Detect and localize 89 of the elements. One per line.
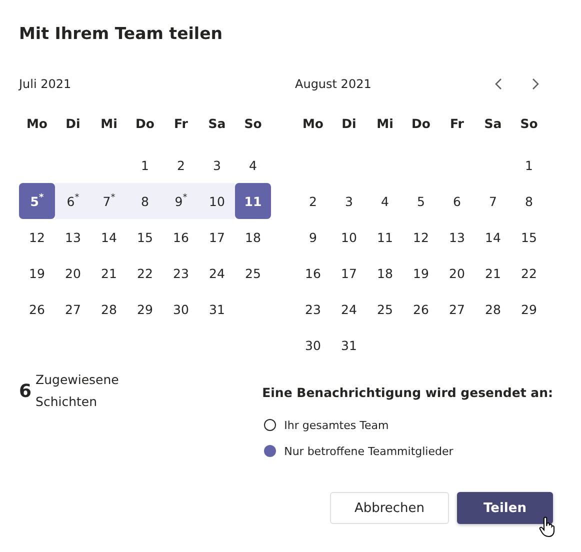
calendar-day[interactable]: 1	[127, 147, 163, 183]
dialog-title: Mit Ihrem Team teilen	[19, 24, 224, 43]
calendar-day[interactable]: 11	[235, 183, 271, 219]
calendar-day[interactable]: 29	[511, 291, 547, 327]
calendar-day[interactable]: 13	[55, 219, 91, 255]
weekday-label: Do	[136, 116, 154, 130]
calendar-day[interactable]: 27	[439, 291, 475, 327]
calendar-day[interactable]: 18	[235, 219, 271, 255]
weekday-label: Di	[66, 116, 80, 130]
calendar-day[interactable]: 11	[367, 219, 403, 255]
calendar-day[interactable]: 15	[511, 219, 547, 255]
weekday-label: Sa	[484, 116, 502, 130]
calendar-day[interactable]: 30	[163, 291, 199, 327]
calendar-day[interactable]: 5$^{*}$	[19, 183, 55, 219]
calendar-day[interactable]: 18	[367, 255, 403, 291]
calendar-day[interactable]: 26	[403, 291, 439, 327]
calendar-day[interactable]: 14	[91, 219, 127, 255]
calendar-day[interactable]: 30	[295, 327, 331, 363]
calendar-day[interactable]: 23	[163, 255, 199, 291]
calendar-day[interactable]: 13	[439, 219, 475, 255]
calendar-day[interactable]: 15	[127, 219, 163, 255]
calendar-day[interactable]: 29	[127, 291, 163, 327]
calendar-day[interactable]: 1	[511, 147, 547, 183]
weekday-label: So	[244, 116, 262, 130]
notify-heading: Eine Benachrichtigung wird gesendet an:	[262, 385, 553, 400]
calendar-day[interactable]: 17	[199, 219, 235, 255]
calendar-day[interactable]: 19	[403, 255, 439, 291]
calendar-day[interactable]: 6	[439, 183, 475, 219]
calendar-day[interactable]: 3	[199, 147, 235, 183]
calendar-day[interactable]: 16	[163, 219, 199, 255]
calendar-day[interactable]: 26	[19, 291, 55, 327]
calendar-day[interactable]: 4	[235, 147, 271, 183]
weekday-label: Sa	[208, 116, 226, 130]
calendar-day[interactable]: 23	[295, 291, 331, 327]
calendar-day[interactable]: 16	[295, 255, 331, 291]
calendar-day[interactable]: 2	[295, 183, 331, 219]
calendar-day[interactable]: 27	[55, 291, 91, 327]
calendar-day[interactable]: 2	[163, 147, 199, 183]
calendar-day[interactable]: 5	[403, 183, 439, 219]
calendar-day[interactable]: 4	[367, 183, 403, 219]
weekday-label: Mo	[302, 116, 324, 130]
calendar-day[interactable]: 8	[127, 183, 163, 219]
calendar-day[interactable]: 28	[475, 291, 511, 327]
calendar-day[interactable]: 12	[19, 219, 55, 255]
calendar-day[interactable]: 10	[199, 183, 235, 219]
radio-button[interactable]	[264, 445, 276, 457]
calendar-day[interactable]: 21	[475, 255, 511, 291]
calendar-day[interactable]: 10	[331, 219, 367, 255]
weekday-label: Mi	[376, 116, 394, 130]
calendar-day[interactable]: 12	[403, 219, 439, 255]
calendar-day[interactable]: 31	[331, 327, 367, 363]
weekday-label: Mi	[100, 116, 118, 130]
weekday-label: Fr	[450, 116, 464, 130]
calendar-day[interactable]: 9	[295, 219, 331, 255]
calendar-day[interactable]: 25	[367, 291, 403, 327]
radio-label[interactable]: Nur betroffene Teammitglieder	[284, 444, 454, 458]
calendar-day[interactable]: 17	[331, 255, 367, 291]
calendar-day[interactable]: 8	[511, 183, 547, 219]
chevron-right-icon	[531, 78, 539, 90]
calendar-day[interactable]: 21	[91, 255, 127, 291]
cancel-button[interactable]: Abbrechen	[330, 492, 449, 524]
chevron-left-icon	[495, 78, 503, 90]
calendar-day[interactable]: 28	[91, 291, 127, 327]
weekday-label: Di	[342, 116, 356, 130]
weekday-label: Fr	[174, 116, 188, 130]
calendar-day[interactable]: 22	[511, 255, 547, 291]
weekday-label: So	[520, 116, 538, 130]
calendar-day[interactable]: 7	[475, 183, 511, 219]
calendar-day[interactable]: 14	[475, 219, 511, 255]
calendar-day[interactable]: 25	[235, 255, 271, 291]
calendar-day[interactable]: 7$^{*}$	[91, 183, 127, 219]
calendar-day[interactable]: 3	[331, 183, 367, 219]
calendar-day[interactable]: 31	[199, 291, 235, 327]
calendar-day[interactable]: 22	[127, 255, 163, 291]
calendar-day[interactable]: 6$^{*}$	[55, 183, 91, 219]
calendar-day[interactable]: 24	[331, 291, 367, 327]
weekday-label: Do	[412, 116, 430, 130]
calendar-day[interactable]: 9$^{*}$	[163, 183, 199, 219]
calendar-day[interactable]: 24	[199, 255, 235, 291]
weekday-label: Mo	[26, 116, 48, 130]
calendar-day[interactable]: 19	[19, 255, 55, 291]
radio-button[interactable]	[264, 419, 276, 431]
shift-count-label: Zugewiesene Schichten	[36, 371, 120, 411]
radio-label[interactable]: Ihr gesamtes Team	[284, 418, 389, 432]
calendar-day[interactable]: 20	[55, 255, 91, 291]
calendar-day[interactable]: 20	[439, 255, 475, 291]
month-title: August 2021	[295, 77, 372, 91]
month-title: Juli 2021	[19, 77, 72, 91]
shift-count: 6	[19, 380, 32, 402]
